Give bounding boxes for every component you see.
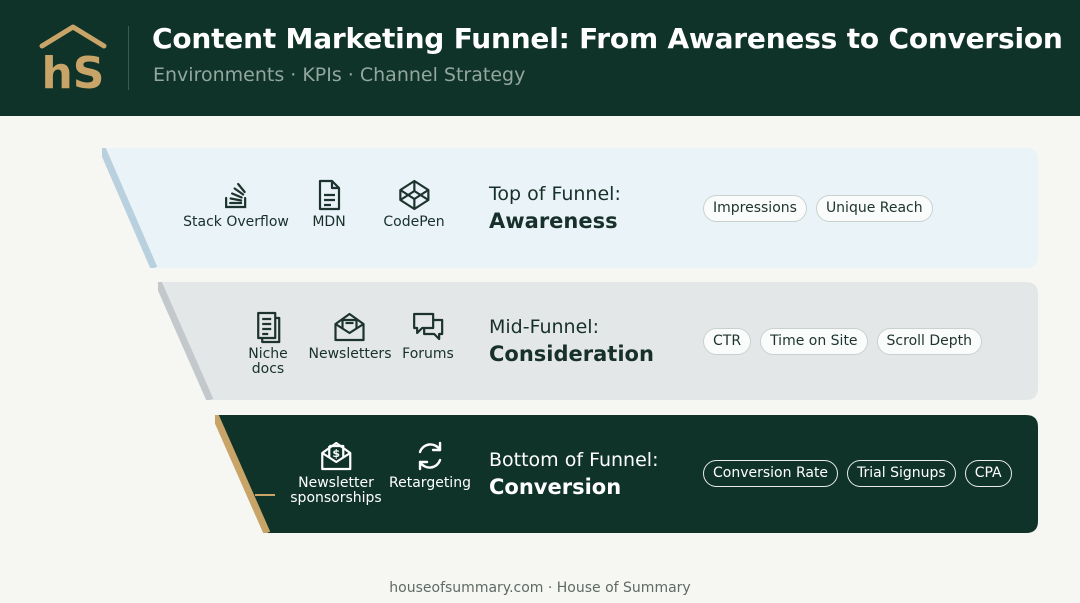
chat-bubbles-icon <box>412 312 444 341</box>
envelope-icon <box>334 312 366 342</box>
kpi-list-bottom: Conversion Rate Trial Signups CPA <box>703 460 1012 487</box>
channel-newsletter-sponsorships: $ Newsletter sponsorships <box>290 439 382 506</box>
svg-text:hS: hS <box>41 48 104 94</box>
svg-text:$: $ <box>332 447 340 460</box>
kpi-badge: Conversion Rate <box>703 460 839 487</box>
kpi-badge: CPA <box>964 460 1012 487</box>
channel-newsletters: Newsletters <box>309 310 391 362</box>
channel-codepen: CodePen <box>383 178 445 230</box>
page-subtitle: Environments · KPIs · Channel Strategy <box>153 64 526 86</box>
page-title: Content Marketing Funnel: From Awareness… <box>152 22 1063 55</box>
codepen-icon <box>398 179 430 211</box>
header-bar: hS Content Marketing Funnel: From Awaren… <box>0 0 1080 116</box>
house-of-summary-logo: hS <box>39 24 107 94</box>
channel-mdn: MDN <box>312 178 346 230</box>
kpi-badge: Time on Site <box>760 328 868 355</box>
docs-icon <box>256 311 281 344</box>
kpi-badge: Impressions <box>703 195 807 222</box>
channel-niche-docs: Niche docs <box>248 310 288 377</box>
kpi-list-mid: CTR Time on Site Scroll Depth <box>703 328 983 355</box>
dollar-envelope-icon: $ <box>320 441 352 471</box>
channel-retargeting: Retargeting <box>389 439 471 491</box>
kpi-badge: Trial Signups <box>847 460 956 487</box>
stage-label-mid: Mid-Funnel: Consideration <box>489 316 654 366</box>
channel-stack-overflow: Stack Overflow <box>183 178 289 230</box>
stage-label-bottom: Bottom of Funnel: Conversion <box>489 449 659 499</box>
stage-label-top: Top of Funnel: Awareness <box>489 183 621 233</box>
funnel-band-mid: Niche docs Newsletters Forums Mid-Funnel… <box>158 282 1038 400</box>
kpi-list-top: Impressions Unique Reach <box>703 195 933 222</box>
document-icon <box>318 179 341 211</box>
funnel-band-top: Stack Overflow MDN CodePen Top of Funnel… <box>102 148 1038 268</box>
footer-credit: houseofsummary.com · House of Summary <box>389 580 691 596</box>
header-divider <box>128 26 129 90</box>
refresh-icon <box>418 441 442 471</box>
kpi-badge: Scroll Depth <box>876 328 983 355</box>
channel-forums: Forums <box>402 310 454 362</box>
stack-overflow-icon <box>224 182 247 209</box>
kpi-badge: CTR <box>703 328 752 355</box>
funnel-band-bottom: $ Newsletter sponsorships Retargeting Bo… <box>215 415 1038 533</box>
kpi-badge: Unique Reach <box>815 195 933 222</box>
